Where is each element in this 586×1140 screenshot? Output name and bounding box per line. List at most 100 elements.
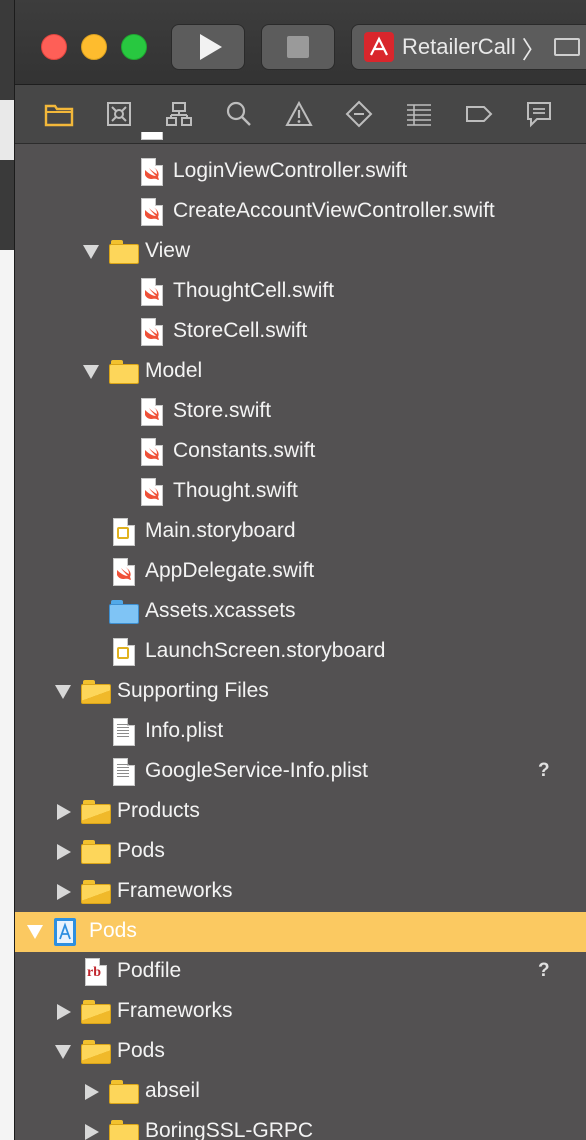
tree-row[interactable]: Assets.xcassets: [15, 592, 586, 632]
tree-row[interactable]: Model: [15, 352, 586, 392]
run-button[interactable]: [171, 24, 245, 70]
breakpoint-icon[interactable]: [463, 98, 495, 130]
warning-icon[interactable]: [283, 98, 315, 130]
close-button[interactable]: [41, 34, 67, 60]
group-folder-icon: [81, 1038, 111, 1066]
xcode-window: RetailerCall 〉 LoginViewController.swift…: [14, 0, 586, 1140]
group-folder-icon: [81, 998, 111, 1026]
swift-file-icon: [137, 478, 167, 506]
swift-file-icon: [109, 558, 139, 586]
tree-row[interactable]: BoringSSL-GRPC: [15, 1112, 586, 1140]
disclosure-right-icon[interactable]: [85, 1084, 99, 1100]
test-icon[interactable]: [343, 98, 375, 130]
asset-catalog-icon: [109, 598, 139, 626]
untracked-status-badge: ?: [538, 760, 550, 781]
disclosure-down-icon[interactable]: [83, 365, 99, 379]
plist-file-icon: [109, 718, 139, 746]
tree-row[interactable]: Pods: [15, 832, 586, 872]
minimize-button[interactable]: [81, 34, 107, 60]
search-icon[interactable]: [223, 98, 255, 130]
tree-row[interactable]: Supporting Files: [15, 672, 586, 712]
tree-row-label: Frameworks: [117, 999, 233, 1022]
disclosure-right-icon[interactable]: [57, 844, 71, 860]
hierarchy-icon[interactable]: [163, 98, 195, 130]
tree-row-label: Pods: [89, 919, 137, 942]
swift-file-icon: [137, 132, 167, 140]
tree-row[interactable]: GoogleService-Info.plist ?: [15, 752, 586, 792]
tree-row[interactable]: Constants.swift: [15, 432, 586, 472]
tree-row[interactable]: StoreCell.swift: [15, 312, 586, 352]
tree-row[interactable]: rb Podfile ?: [15, 952, 586, 992]
swift-file-icon: [137, 158, 167, 186]
tree-row[interactable]: Store.swift: [15, 392, 586, 432]
tree-row[interactable]: Thought.swift: [15, 472, 586, 512]
untracked-status-badge: ?: [538, 960, 550, 981]
tree-row-label: Pods: [117, 839, 165, 862]
report-icon[interactable]: [523, 98, 555, 130]
tree-row[interactable]: Info.plist: [15, 712, 586, 752]
tree-row-label: Pods: [117, 1039, 165, 1062]
ruby-file-icon: rb: [81, 958, 111, 986]
tree-row-label: AppDelegate.swift: [145, 559, 315, 582]
tree-row-label: Supporting Files: [117, 679, 269, 702]
scheme-label: RetailerCall: [402, 34, 516, 59]
tree-row[interactable]: Frameworks: [15, 872, 586, 912]
xcode-project-icon: [51, 918, 81, 946]
disclosure-right-icon[interactable]: [85, 1124, 99, 1140]
background-window-panel: [0, 250, 14, 1140]
swift-file-icon: [137, 438, 167, 466]
tree-row-label: Thought.swift: [173, 479, 298, 502]
tree-row-label: abseil: [145, 1079, 200, 1102]
tree-row[interactable]: AppDelegate.swift: [15, 552, 586, 592]
disclosure-down-icon[interactable]: [55, 685, 71, 699]
swift-file-icon: [137, 398, 167, 426]
stop-button[interactable]: [261, 24, 335, 70]
tree-row[interactable]: CreateAccountViewController.swift: [15, 192, 586, 232]
tree-row-label: BoringSSL-GRPC: [145, 1119, 314, 1140]
tree-row-label: Constants.swift: [173, 439, 316, 462]
storyboard-file-icon: [109, 518, 139, 546]
tree-row-label: StoreCell.swift: [173, 319, 308, 342]
tree-row-label: View: [145, 239, 191, 262]
tree-row-label: Podfile: [117, 959, 182, 982]
tree-row[interactable]: Pods: [15, 1032, 586, 1072]
plist-file-icon: [109, 758, 139, 786]
disclosure-right-icon[interactable]: [57, 1004, 71, 1020]
tree-row-label: Store.swift: [173, 399, 272, 422]
zoom-button[interactable]: [121, 34, 147, 60]
tree-row-selected[interactable]: Pods: [15, 912, 586, 952]
folder-icon[interactable]: [43, 98, 75, 130]
folder-icon: [109, 358, 139, 386]
tree-row-label: Products: [117, 799, 200, 822]
swift-file-icon: [137, 198, 167, 226]
group-folder-icon: [81, 798, 111, 826]
device-icon: [553, 38, 580, 56]
tree-row[interactable]: View: [15, 232, 586, 272]
app-icon: [364, 32, 394, 62]
tree-row-clipped: [15, 132, 586, 144]
disclosure-right-icon[interactable]: [57, 804, 71, 820]
debug-icon[interactable]: [403, 98, 435, 130]
disclosure-down-icon[interactable]: [83, 245, 99, 259]
tree-row[interactable]: LoginViewController.swift: [15, 152, 586, 192]
scheme-selector[interactable]: RetailerCall 〉: [351, 24, 586, 70]
tree-row-label: Frameworks: [117, 879, 233, 902]
disclosure-down-icon[interactable]: [55, 1045, 71, 1059]
tree-row-label: Main.storyboard: [145, 519, 296, 542]
folder-icon: [109, 1078, 139, 1106]
tree-row[interactable]: ThoughtCell.swift: [15, 272, 586, 312]
group-folder-icon: [81, 878, 111, 906]
folder-icon: [109, 238, 139, 266]
storyboard-file-icon: [109, 638, 139, 666]
tree-row[interactable]: Frameworks: [15, 992, 586, 1032]
tree-row[interactable]: Products: [15, 792, 586, 832]
folder-icon: [109, 1118, 139, 1140]
disclosure-right-icon[interactable]: [57, 884, 71, 900]
chevron-right-icon: 〉: [521, 36, 546, 64]
source-control-icon[interactable]: [103, 98, 135, 130]
tree-row[interactable]: abseil: [15, 1072, 586, 1112]
tree-row[interactable]: LaunchScreen.storyboard: [15, 632, 586, 672]
tree-row-label: CreateAccountViewController.swift: [173, 199, 495, 222]
tree-row[interactable]: Main.storyboard: [15, 512, 586, 552]
disclosure-down-icon[interactable]: [27, 925, 43, 939]
